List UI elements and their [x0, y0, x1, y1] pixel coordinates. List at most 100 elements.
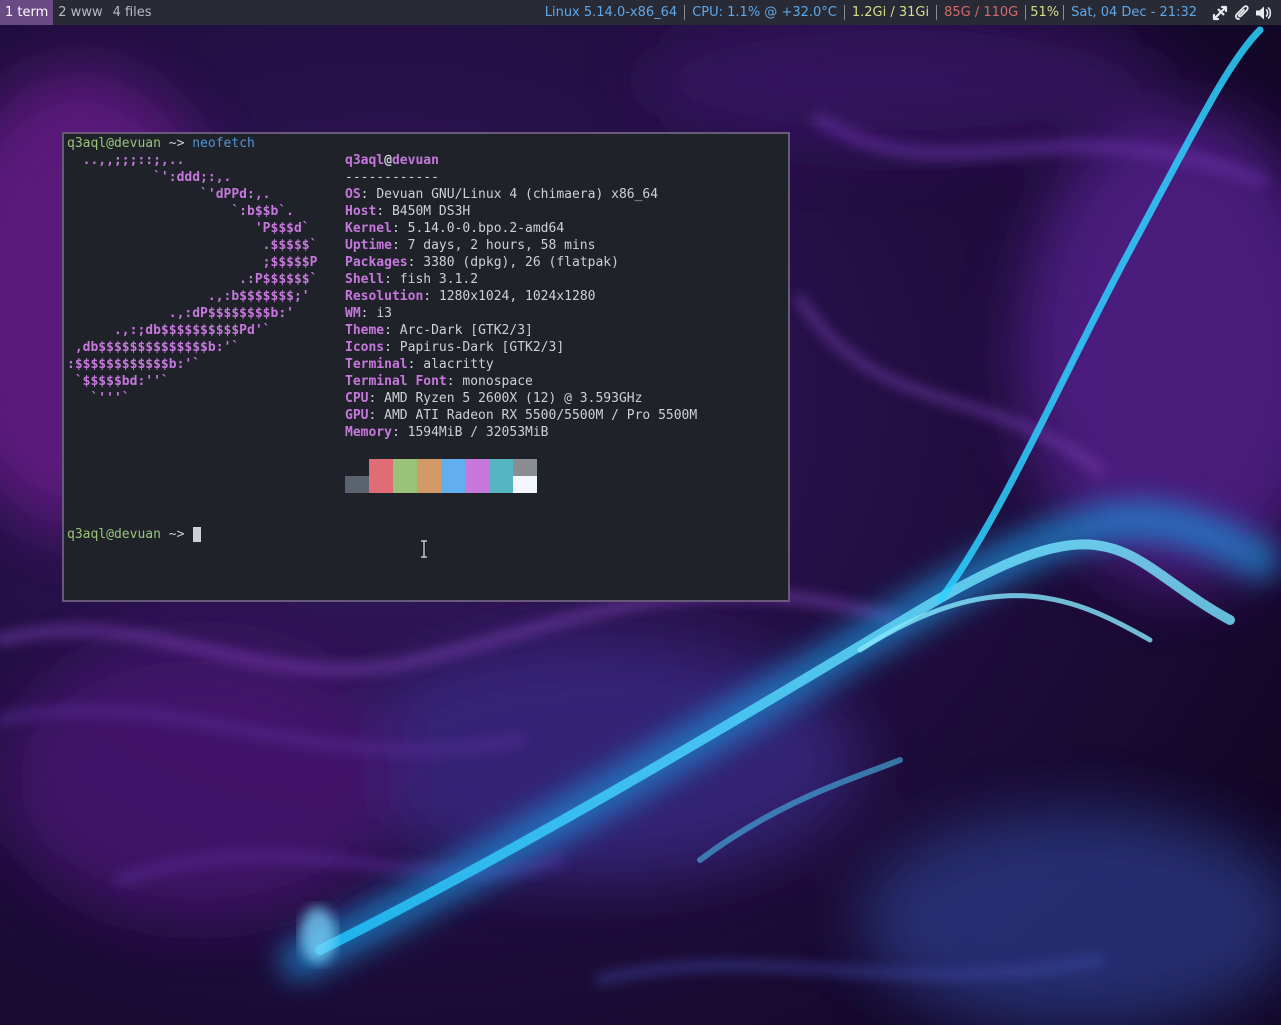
info-key: GPU	[345, 408, 369, 423]
ascii-logo-line: :$$$$$$$$$$$$b:'`	[67, 357, 201, 372]
info-value: fish 3.1.2	[399, 272, 479, 287]
info-key: Uptime	[345, 238, 392, 253]
network-icon[interactable]	[1212, 5, 1229, 21]
info-value: B450M DS3H	[391, 204, 471, 219]
ascii-logo-line: ..,,;;;::;,..	[67, 153, 185, 168]
info-row: Uptime: 7 days, 2 hours, 58 mins	[345, 237, 697, 254]
distro-ascii-logo: ..,,;;;::;,.. `':ddd;:,. `'dPPd:,. `:b$$…	[67, 152, 317, 407]
info-value: Arc-Dark [GTK2/3]	[399, 323, 533, 338]
neofetch-info: q3aql@devuan ------------ OS: Devuan GNU…	[345, 152, 697, 441]
palette-swatch	[441, 476, 465, 493]
i3-status-bar: 1 term 2 www 4 files Linux 5.14.0-x86_64…	[0, 0, 1281, 25]
info-row: Host: B450M DS3H	[345, 203, 697, 220]
ascii-logo-line: ;$$$$$P	[67, 255, 318, 270]
workspace-button-1[interactable]: 1 term	[0, 0, 54, 25]
info-row: Terminal Font: monospace	[345, 373, 697, 390]
info-value: AMD ATI Radeon RX 5500/5500M / Pro 5500M	[384, 408, 698, 423]
status-blocks: Linux 5.14.0-x86_64 CPU: 1.1% @ +32.0°C …	[538, 0, 1281, 25]
palette-swatch	[417, 476, 441, 493]
volume-icon[interactable]	[1255, 5, 1273, 21]
palette-swatch	[345, 476, 369, 493]
terminal-window[interactable]: q3aql@devuan ~> neofetch ..,,;;;::;,.. `…	[62, 132, 790, 602]
ascii-logo-line: `'dPPd:,.	[67, 187, 271, 202]
info-row: WM: i3	[345, 305, 697, 322]
info-colon: :	[368, 408, 385, 423]
palette-swatch	[393, 459, 417, 476]
title-host: devuan	[391, 153, 439, 168]
info-value: 5.14.0-0.bpo.2-amd64	[407, 221, 565, 236]
prompt-user-host: q3aql@devuan	[67, 527, 161, 542]
info-key: OS	[345, 187, 361, 202]
info-colon: :	[384, 323, 400, 338]
palette-swatch	[513, 476, 537, 493]
system-tray	[1204, 4, 1277, 21]
info-colon: :	[407, 255, 424, 270]
info-key: CPU	[345, 391, 369, 406]
paperclip-icon[interactable]	[1234, 4, 1250, 21]
info-key: Terminal	[345, 357, 408, 372]
ascii-logo-line: `'''`	[67, 391, 130, 406]
disk-status: 85G / 110G	[944, 5, 1019, 20]
info-colon: :	[360, 187, 377, 202]
ascii-logo-line: 'P$$$d`	[67, 221, 310, 236]
info-row: Shell: fish 3.1.2	[345, 271, 697, 288]
kernel-status: Linux 5.14.0-x86_64	[544, 5, 678, 20]
info-value: AMD Ryzen 5 2600X (12) @ 3.593GHz	[384, 391, 643, 406]
info-row: CPU: AMD Ryzen 5 2600X (12) @ 3.593GHz	[345, 390, 697, 407]
palette-row-top	[345, 459, 537, 476]
command-line: q3aql@devuan ~> neofetch	[67, 135, 255, 152]
info-colon: :	[391, 238, 408, 253]
info-key: Packages	[345, 255, 408, 270]
text-cursor	[193, 527, 202, 542]
info-row: Terminal: alacritty	[345, 356, 697, 373]
info-value: 1280x1024, 1024x1280	[438, 289, 596, 304]
palette-swatch	[465, 476, 489, 493]
info-key: Terminal Font	[345, 374, 447, 389]
info-key: Theme	[345, 323, 385, 338]
palette-swatch	[345, 459, 369, 476]
ascii-logo-line: `:b$$b`.	[67, 204, 294, 219]
palette-swatch	[369, 459, 393, 476]
info-row: Icons: Papirus-Dark [GTK2/3]	[345, 339, 697, 356]
info-key: Icons	[345, 340, 385, 355]
info-key: Resolution	[345, 289, 424, 304]
info-key: Host	[345, 204, 377, 219]
info-row: OS: Devuan GNU/Linux 4 (chimaera) x86_64	[345, 186, 697, 203]
ascii-logo-line: `$$$$$bd:''`	[67, 374, 169, 389]
info-separator: ------------	[345, 170, 439, 185]
color-palette	[345, 459, 537, 493]
info-value: 1594MiB / 32053MiB	[407, 425, 549, 440]
prompt-symbol: ~>	[160, 527, 193, 542]
workspace-list: 1 term 2 www 4 files	[0, 0, 157, 25]
info-row: Resolution: 1280x1024, 1024x1280	[345, 288, 697, 305]
palette-row-bottom	[345, 476, 537, 493]
info-colon: :	[446, 374, 463, 389]
volume-status: 51%	[1030, 5, 1060, 20]
palette-swatch	[393, 476, 417, 493]
ascii-logo-line: ,db$$$$$$$$$$$$$$b:'`	[67, 340, 240, 355]
workspace-button-2[interactable]: 2 www	[53, 0, 107, 25]
info-row: GPU: AMD ATI Radeon RX 5500/5500M / Pro …	[345, 407, 697, 424]
ascii-logo-line: .,:dP$$$$$$$$b:'	[67, 306, 294, 321]
prompt-line[interactable]: q3aql@devuan ~>	[67, 526, 202, 543]
prompt-symbol: ~>	[160, 136, 193, 151]
cpu-status: CPU: 1.1% @ +32.0°C	[692, 5, 837, 20]
ascii-logo-line: `':ddd;:,.	[67, 170, 232, 185]
command-text: neofetch	[192, 136, 255, 151]
ascii-logo-line: .:P$$$$$$`	[67, 272, 318, 287]
ascii-logo-line: .,:b$$$$$$$;'	[67, 289, 310, 304]
title-at: @	[384, 153, 392, 168]
title-user: q3aql	[345, 153, 385, 168]
info-colon: :	[384, 340, 400, 355]
workspace-button-4[interactable]: 4 files	[108, 0, 157, 25]
info-colon: :	[391, 221, 408, 236]
memory-status: 1.2Gi / 31Gi	[851, 5, 930, 20]
datetime-status: Sat, 04 Dec - 21:32	[1071, 5, 1197, 20]
info-colon: :	[407, 357, 424, 372]
palette-swatch	[369, 476, 393, 493]
info-value: i3	[376, 306, 392, 321]
info-value: alacritty	[423, 357, 494, 372]
info-colon: :	[384, 272, 400, 287]
info-colon: :	[360, 306, 377, 321]
palette-swatch	[489, 476, 513, 493]
